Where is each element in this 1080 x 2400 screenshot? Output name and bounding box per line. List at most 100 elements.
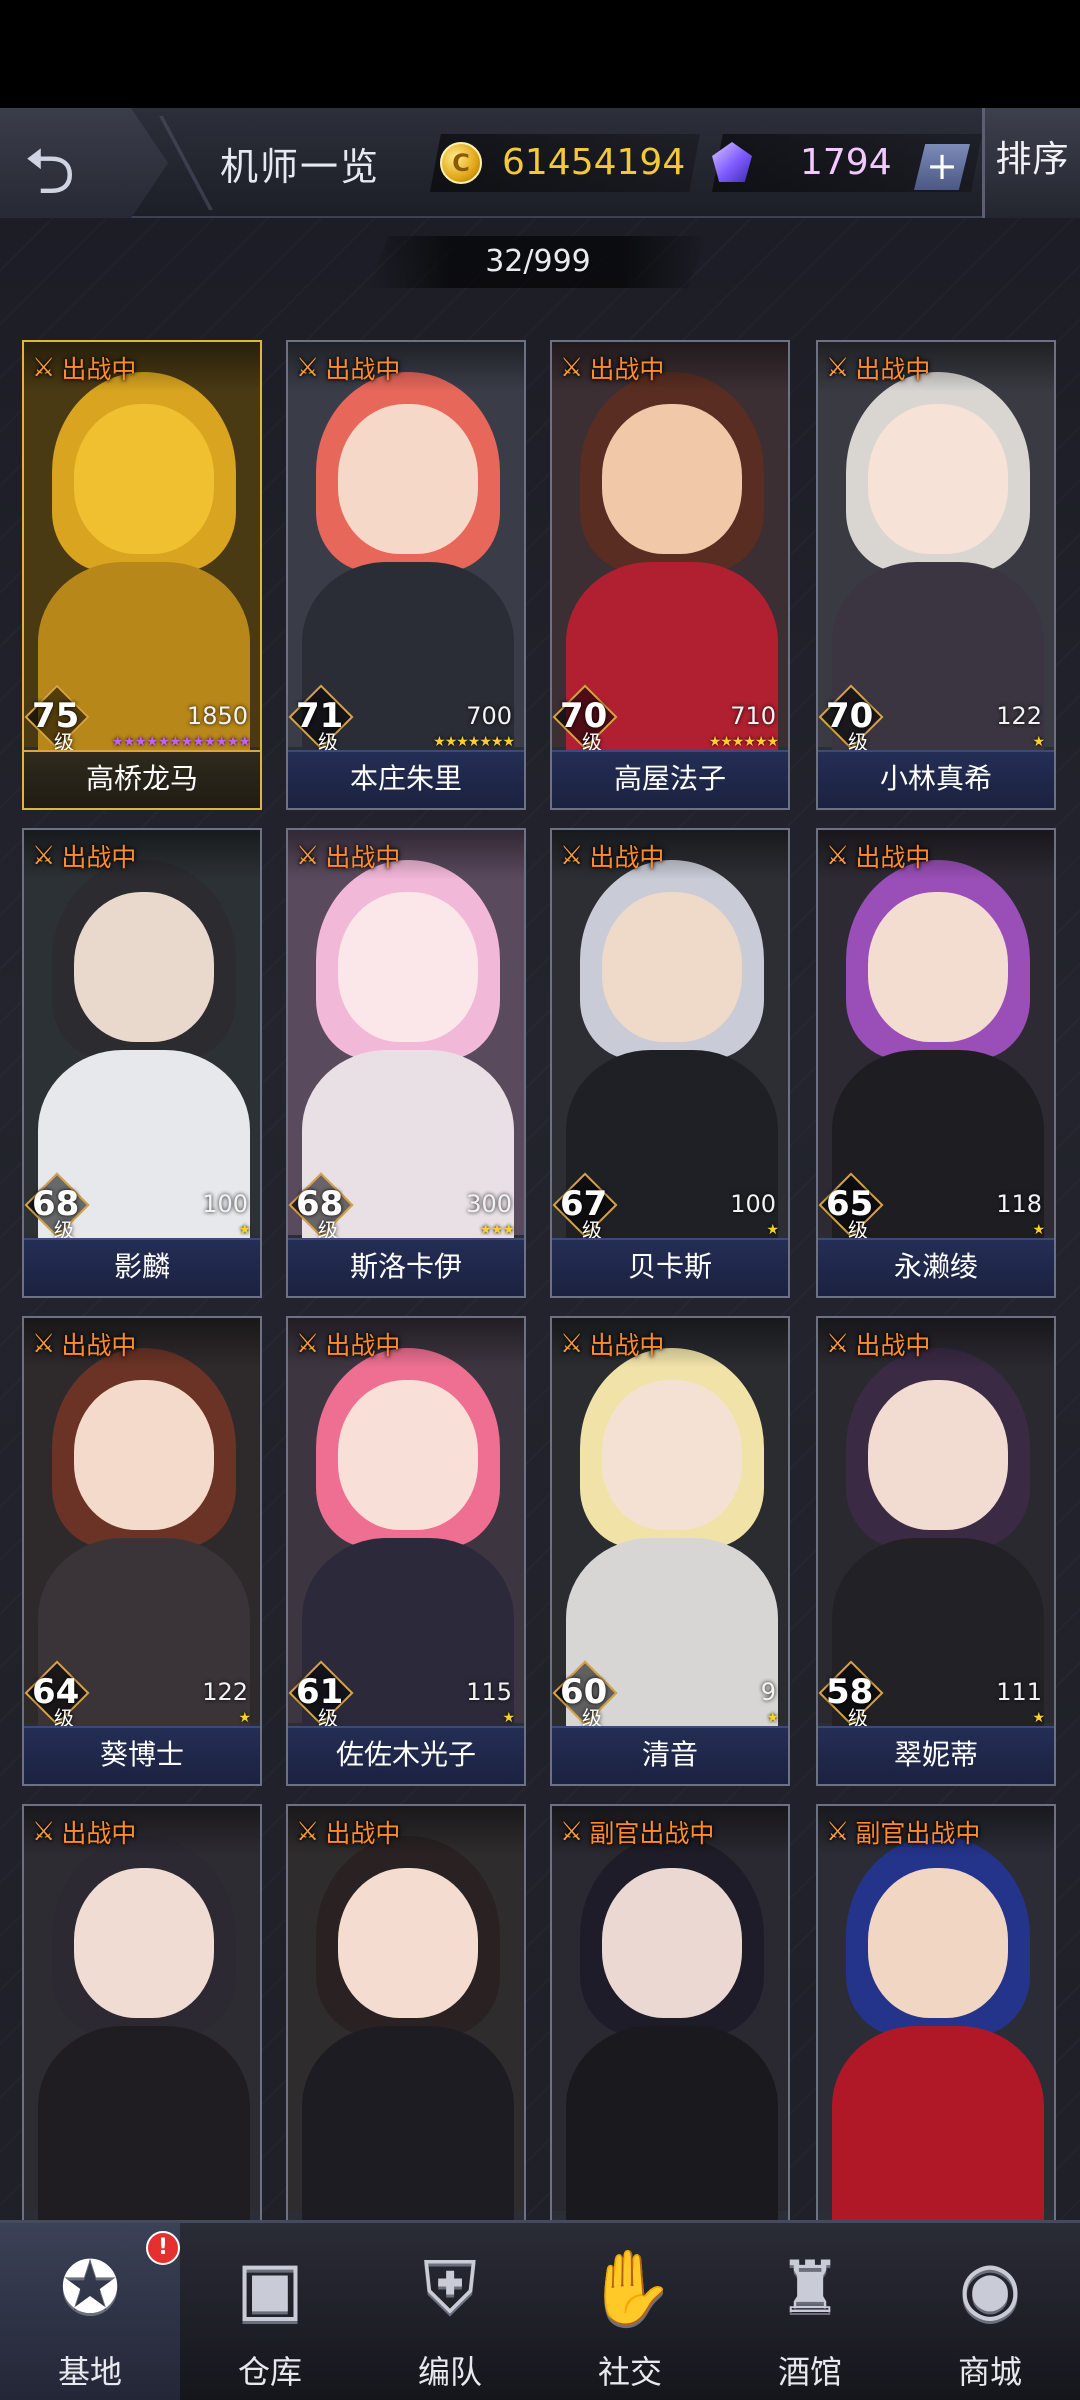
pilot-card[interactable]: ⚔ 出战中 xyxy=(286,1804,526,2274)
nav-label: 编队 xyxy=(417,2353,482,2391)
pilot-name: 影麟 xyxy=(24,1238,260,1296)
nav-formation[interactable]: ⛨ 编队 xyxy=(360,2223,540,2400)
star-rating: ★ xyxy=(1032,1222,1045,1238)
status-badge: ⚔ 副官出战中 xyxy=(560,1812,714,1852)
bottom-nav: ✪ 基地! ▣ 仓库 ⛨ 编队 ✋ 社交 ♜ 酒馆 ◉ 商城 xyxy=(0,2220,1080,2400)
nav-tavern[interactable]: ♜ 酒馆 xyxy=(720,2223,900,2400)
pilot-name: 高屋法子 xyxy=(552,750,788,808)
pilot-power: 111 xyxy=(996,1678,1042,1706)
top-bar: ⮌ 机师一览 C 61454194 1794 + 排序 xyxy=(0,108,1080,218)
pilot-card[interactable]: ⚔ 出战中 58 级 111 ★ 翠妮蒂 xyxy=(816,1316,1056,1786)
status-bar xyxy=(0,0,1080,108)
roster-count: 32/999 xyxy=(485,244,591,279)
pilot-card[interactable]: ⚔ 出战中 75 级 1850 ★★★★★★★★★★★★ 高桥龙马 xyxy=(22,340,262,810)
status-badge: ⚔ 出战中 xyxy=(826,836,930,876)
nav-warehouse[interactable]: ▣ 仓库 xyxy=(180,2223,360,2400)
star-rating: ★ xyxy=(502,1710,515,1726)
pilot-power: 300 xyxy=(466,1190,512,1218)
gold-coin-icon: C xyxy=(440,142,482,184)
status-badge: ⚔ 出战中 xyxy=(32,348,136,388)
sort-label: 排序 xyxy=(995,139,1070,180)
status-text: 出战中 xyxy=(61,355,137,384)
status-text: 出战中 xyxy=(61,1331,137,1360)
pilot-power: 115 xyxy=(466,1678,512,1706)
star-rating: ★ xyxy=(238,1710,251,1726)
pilot-card[interactable]: ⚔ 副官出战中 xyxy=(816,1804,1056,2274)
status-text: 出战中 xyxy=(855,1331,931,1360)
nav-base[interactable]: ✪ 基地! xyxy=(0,2223,180,2400)
pilot-power: 122 xyxy=(996,702,1042,730)
crossed-swords-icon: ⚔ xyxy=(32,1817,56,1847)
crossed-swords-icon: ⚔ xyxy=(32,841,56,871)
crossed-swords-icon: ⚔ xyxy=(826,1329,850,1359)
crossed-swords-icon: ⚔ xyxy=(296,353,320,383)
status-text: 出战中 xyxy=(325,843,401,872)
crossed-swords-icon: ⚔ xyxy=(826,353,850,383)
warehouse-icon: ▣ xyxy=(235,2245,305,2329)
pilot-name: 高桥龙马 xyxy=(24,750,260,808)
shop-icon: ◉ xyxy=(958,2245,1022,2329)
pilot-name: 本庄朱里 xyxy=(288,750,524,808)
pilot-card[interactable]: ⚔ 出战中 70 级 710 ★★★★★★ 高屋法子 xyxy=(550,340,790,810)
portrait-face xyxy=(338,892,478,1042)
pilot-card[interactable]: ⚔ 出战中 xyxy=(22,1804,262,2274)
portrait-face xyxy=(338,1868,478,2018)
pilot-name: 永濑绫 xyxy=(818,1238,1054,1296)
portrait-face xyxy=(868,892,1008,1042)
nav-label: 酒馆 xyxy=(777,2353,842,2391)
portrait-face xyxy=(74,1868,214,2018)
portrait-face xyxy=(868,404,1008,554)
pilot-list-screen: ⮌ 机师一览 C 61454194 1794 + 排序 32/999 ⚔ 出战中 7… xyxy=(0,108,1080,2400)
nav-social[interactable]: ✋ 社交 xyxy=(540,2223,720,2400)
star-rating: ★★★ xyxy=(479,1222,515,1238)
pilot-name: 小林真希 xyxy=(818,750,1054,808)
portrait-face xyxy=(338,1380,478,1530)
pilot-card[interactable]: ⚔ 出战中 70 级 122 ★ 小林真希 xyxy=(816,340,1056,810)
nav-shop[interactable]: ◉ 商城 xyxy=(900,2223,1080,2400)
back-arrow-icon: ⮌ xyxy=(24,135,76,209)
status-text: 出战中 xyxy=(855,843,931,872)
star-rating: ★★★★★★ xyxy=(708,734,779,750)
pilot-power: 100 xyxy=(730,1190,776,1218)
status-badge: ⚔ 出战中 xyxy=(826,1324,930,1364)
status-badge: ⚔ 出战中 xyxy=(560,1324,664,1364)
status-text: 出战中 xyxy=(855,355,931,384)
status-badge: ⚔ 出战中 xyxy=(296,1812,400,1852)
status-text: 出战中 xyxy=(61,843,137,872)
status-badge: ⚔ 出战中 xyxy=(560,836,664,876)
portrait-body xyxy=(566,2026,778,2226)
pilot-card[interactable]: ⚔ 出战中 65 级 118 ★ 永濑绫 xyxy=(816,828,1056,1298)
pilot-portrait xyxy=(288,1806,524,2226)
tavern-icon: ♜ xyxy=(777,2245,843,2329)
status-text: 出战中 xyxy=(589,1331,665,1360)
sort-button[interactable]: 排序 xyxy=(982,108,1080,218)
crossed-swords-icon: ⚔ xyxy=(32,353,56,383)
star-rating: ★★★★★★★ xyxy=(433,734,515,750)
pilot-card[interactable]: ⚔ 出战中 71 级 700 ★★★★★★★ 本庄朱里 xyxy=(286,340,526,810)
star-rating: ★★★★★★★★★★★★ xyxy=(111,734,251,750)
alert-icon: ! xyxy=(146,2231,180,2265)
status-badge: ⚔ 出战中 xyxy=(296,836,400,876)
pilot-card[interactable]: ⚔ 出战中 68 级 300 ★★★ 斯洛卡伊 xyxy=(286,828,526,1298)
status-text: 出战中 xyxy=(325,1331,401,1360)
portrait-face xyxy=(602,404,742,554)
status-badge: ⚔ 副官出战中 xyxy=(826,1812,980,1852)
pilot-name: 斯洛卡伊 xyxy=(288,1238,524,1296)
social-icon: ✋ xyxy=(585,2245,675,2329)
crossed-swords-icon: ⚔ xyxy=(32,1329,56,1359)
pilot-name: 清音 xyxy=(552,1726,788,1784)
pilot-card[interactable]: ⚔ 出战中 61 级 115 ★ 佐佐木光子 xyxy=(286,1316,526,1786)
pilot-card[interactable]: ⚔ 副官出战中 xyxy=(550,1804,790,2274)
status-badge: ⚔ 出战中 xyxy=(296,1324,400,1364)
gem-amount: 1794 xyxy=(800,142,892,183)
pilot-card[interactable]: ⚔ 出战中 64 级 122 ★ 葵博士 xyxy=(22,1316,262,1786)
pilot-portrait xyxy=(24,1806,260,2226)
crossed-swords-icon: ⚔ xyxy=(560,1329,584,1359)
crossed-swords-icon: ⚔ xyxy=(826,841,850,871)
pilot-card[interactable]: ⚔ 出战中 67 级 100 ★ 贝卡斯 xyxy=(550,828,790,1298)
pilot-power: 122 xyxy=(202,1678,248,1706)
pilot-card[interactable]: ⚔ 出战中 60 级 9 ★ 清音 xyxy=(550,1316,790,1786)
pilot-power: 118 xyxy=(996,1190,1042,1218)
pilot-card[interactable]: ⚔ 出战中 68 级 100 ★ 影麟 xyxy=(22,828,262,1298)
pilot-portrait xyxy=(552,1806,788,2226)
